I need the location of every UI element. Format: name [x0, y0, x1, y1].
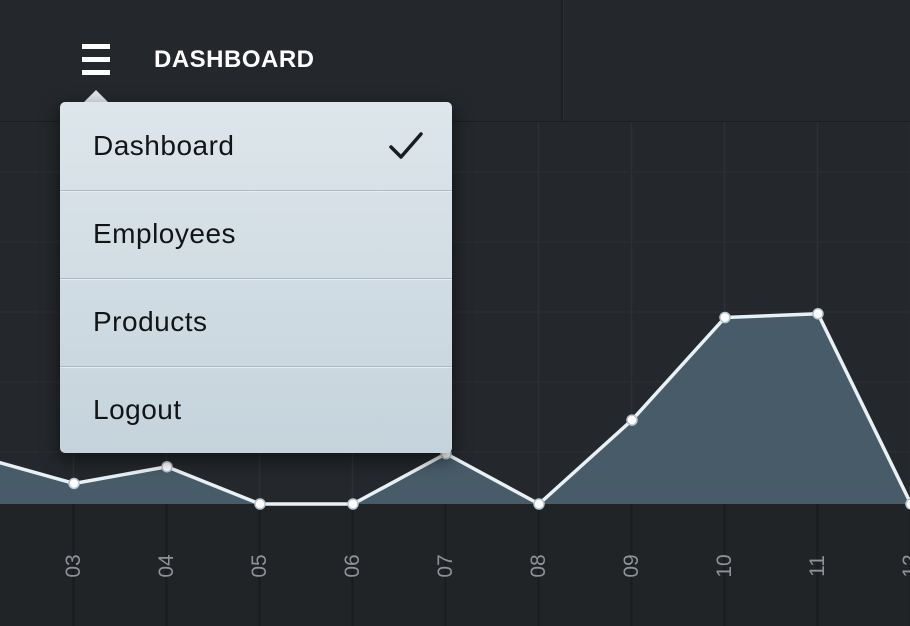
- x-tick-label: 12: [899, 554, 910, 578]
- menu-item-label: Dashboard: [93, 130, 235, 161]
- x-tick-label: 04: [155, 554, 178, 578]
- x-tick-label: 08: [527, 554, 550, 578]
- x-tick-label: 11: [806, 555, 829, 577]
- menu-item-dashboard[interactable]: Dashboard: [60, 102, 452, 191]
- data-point: [719, 311, 731, 324]
- checkmark-icon: [389, 132, 423, 159]
- x-tick-label: 03: [62, 554, 85, 578]
- menu-item-label: Logout: [93, 394, 182, 425]
- data-point: [161, 460, 173, 473]
- data-point: [905, 498, 910, 510]
- data-point: [533, 498, 545, 510]
- menu-item-products[interactable]: Products: [60, 278, 452, 367]
- hamburger-menu-icon[interactable]: [82, 44, 110, 76]
- x-tick-label: 10: [713, 554, 736, 578]
- x-tick-label: 07: [434, 554, 457, 578]
- data-point: [812, 308, 824, 320]
- menu-item-employees[interactable]: Employees: [60, 190, 452, 279]
- data-point: [626, 414, 638, 426]
- menu-pointer: [84, 90, 108, 102]
- header-divider: [561, 0, 564, 121]
- data-point: [68, 477, 80, 490]
- data-point: [347, 498, 359, 510]
- menu-item-label: Products: [93, 306, 208, 337]
- x-tick-label: 09: [620, 554, 643, 578]
- menu-item-label: Employees: [93, 218, 237, 249]
- x-tick-label: 06: [341, 554, 364, 578]
- x-tick-label: 05: [248, 554, 271, 578]
- menu-item-logout[interactable]: Logout: [60, 366, 452, 454]
- navigation-dropdown-menu: Dashboard Employees Products Logout: [60, 102, 452, 453]
- data-point: [254, 498, 266, 510]
- page-title: DASHBOARD: [154, 46, 315, 73]
